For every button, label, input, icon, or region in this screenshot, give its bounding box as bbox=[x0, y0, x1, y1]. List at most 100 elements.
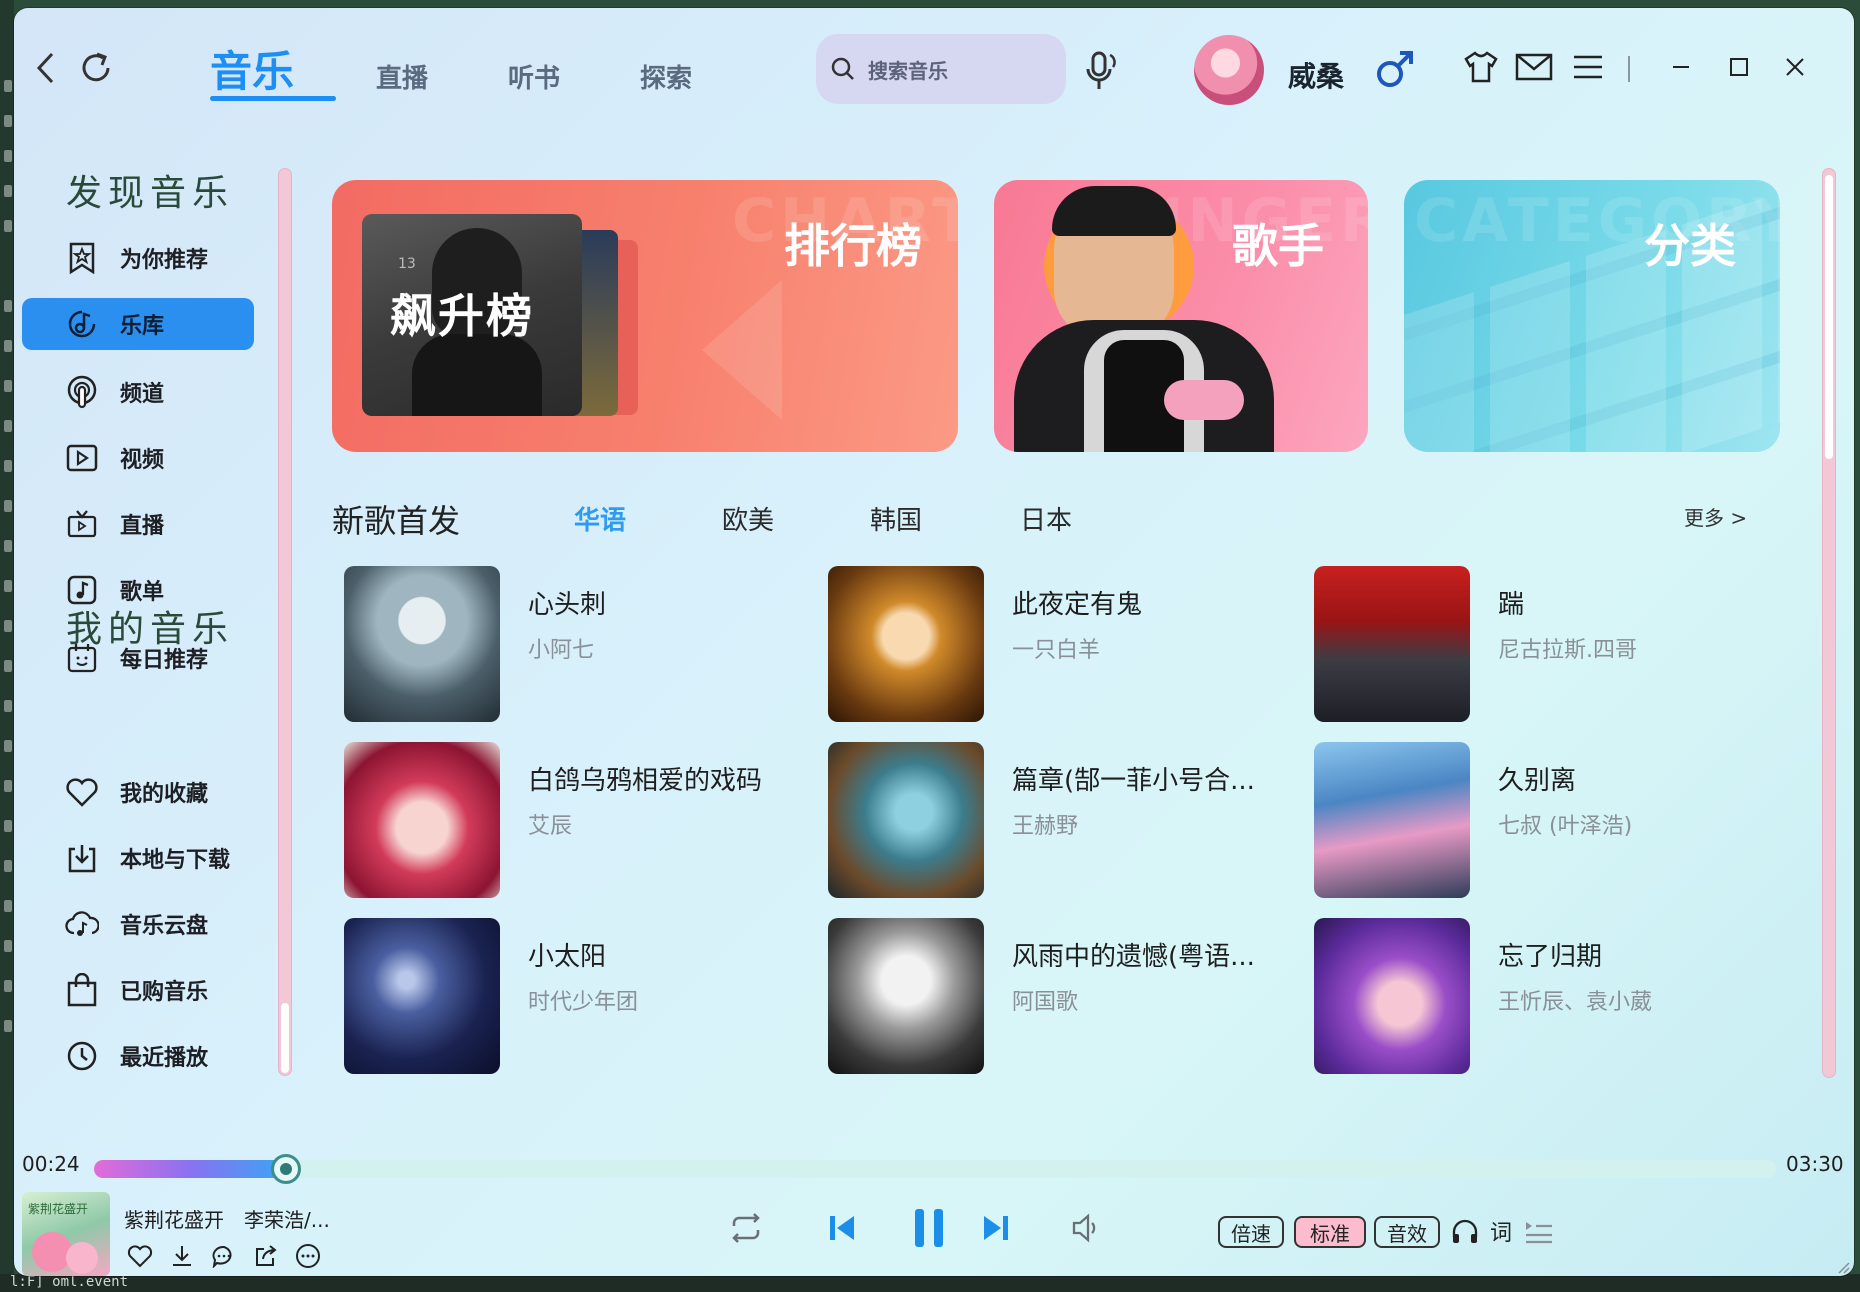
background-terminal-line: l:F] oml.event bbox=[0, 1274, 1860, 1292]
listen-together-button[interactable] bbox=[1448, 1214, 1482, 1248]
sidebar-item-favorites[interactable]: 我的收藏 bbox=[22, 766, 254, 818]
song-title[interactable]: 风雨中的遗憾(粤语... bbox=[1012, 936, 1255, 973]
tab-live[interactable]: 直播 bbox=[376, 58, 428, 95]
sidebar-item-recent[interactable]: 最近播放 bbox=[22, 1030, 254, 1082]
progress-bar-handle[interactable] bbox=[271, 1154, 301, 1184]
song-card[interactable]: 小太阳 时代少年团 bbox=[344, 918, 804, 1074]
song-cover[interactable] bbox=[344, 742, 500, 898]
new-songs-title: 新歌首发 bbox=[332, 502, 461, 540]
song-artist[interactable]: 时代少年团 bbox=[528, 984, 638, 1016]
sidebar-item-cloud[interactable]: 音乐云盘 bbox=[22, 898, 254, 950]
voice-search-button[interactable] bbox=[1080, 46, 1120, 96]
playback-speed-button[interactable]: 倍速 bbox=[1218, 1216, 1284, 1248]
song-cover[interactable] bbox=[828, 566, 984, 722]
tab-japanese[interactable]: 日本 bbox=[1020, 500, 1072, 537]
sidebar-item-video[interactable]: 视频 bbox=[22, 432, 254, 484]
song-title[interactable]: 此夜定有鬼 bbox=[1012, 584, 1142, 621]
chart-card-soaring[interactable]: 13 飙升榜 bbox=[362, 214, 582, 416]
share-button[interactable] bbox=[252, 1242, 280, 1270]
song-artist[interactable]: 七叔 (叶泽浩) bbox=[1498, 808, 1632, 840]
song-title[interactable]: 踹 bbox=[1498, 584, 1524, 621]
song-card[interactable]: 白鸽乌鸦相爱的戏码 艾辰 bbox=[344, 742, 804, 898]
song-artist[interactable]: 王赫野 bbox=[1012, 808, 1078, 840]
song-title[interactable]: 篇章(郜一菲小号合... bbox=[1012, 760, 1255, 797]
song-artist[interactable]: 一只白羊 bbox=[1012, 632, 1100, 664]
volume-button[interactable] bbox=[1066, 1208, 1106, 1248]
tab-music[interactable]: 音乐 bbox=[210, 38, 294, 99]
refresh-button[interactable] bbox=[74, 46, 118, 90]
song-cover[interactable] bbox=[1314, 566, 1470, 722]
skin-button[interactable] bbox=[1462, 48, 1500, 86]
skip-previous-icon bbox=[830, 1216, 854, 1240]
song-title[interactable]: 久别离 bbox=[1498, 760, 1576, 797]
messages-button[interactable] bbox=[1514, 48, 1554, 86]
song-cover[interactable] bbox=[828, 742, 984, 898]
chart-banner[interactable]: CHART 13 飙升榜 排行榜 bbox=[332, 180, 958, 452]
song-cover[interactable] bbox=[1314, 918, 1470, 1074]
song-card[interactable]: 忘了归期 王忻辰、袁小葳 bbox=[1314, 918, 1774, 1074]
username[interactable]: 威桑 bbox=[1288, 55, 1344, 95]
song-cover[interactable] bbox=[1314, 742, 1470, 898]
song-card[interactable]: 篇章(郜一菲小号合... 王赫野 bbox=[828, 742, 1288, 898]
tab-chinese[interactable]: 华语 bbox=[574, 500, 626, 537]
minimize-button[interactable] bbox=[1666, 52, 1696, 82]
singer-banner[interactable]: SINGER 歌手 bbox=[994, 180, 1368, 452]
sidebar-item-library[interactable]: 乐库 bbox=[22, 298, 254, 350]
tab-korean[interactable]: 韩国 bbox=[870, 500, 922, 537]
maximize-button[interactable] bbox=[1724, 52, 1754, 82]
now-playing-title[interactable]: 紫荆花盛开 李荣浩/... bbox=[124, 1204, 330, 1233]
song-artist[interactable]: 小阿七 bbox=[528, 632, 594, 664]
now-playing-cover[interactable]: 紫荆花盛开 bbox=[22, 1192, 110, 1276]
song-title[interactable]: 小太阳 bbox=[528, 936, 606, 973]
sidebar-item-recommend[interactable]: 为你推荐 bbox=[22, 232, 254, 284]
song-artist[interactable]: 王忻辰、袁小葳 bbox=[1498, 984, 1652, 1016]
song-title[interactable]: 心头刺 bbox=[528, 584, 606, 621]
previous-button[interactable] bbox=[822, 1208, 862, 1248]
song-card[interactable]: 此夜定有鬼 一只白羊 bbox=[828, 566, 1288, 722]
progress-bar[interactable] bbox=[94, 1160, 1776, 1178]
more-options-button[interactable] bbox=[294, 1242, 322, 1270]
sidebar-item-channel[interactable]: 频道 bbox=[22, 366, 254, 418]
song-artist[interactable]: 艾辰 bbox=[528, 808, 572, 840]
headphones-icon bbox=[1452, 1219, 1478, 1243]
sidebar-scrollbar[interactable] bbox=[278, 168, 292, 1076]
sidebar-item-live[interactable]: 直播 bbox=[22, 498, 254, 550]
song-card[interactable]: 心头刺 小阿七 bbox=[344, 566, 804, 722]
sound-effect-button[interactable]: 音效 bbox=[1374, 1216, 1440, 1248]
song-cover[interactable] bbox=[344, 566, 500, 722]
song-card[interactable]: 踹 尼古拉斯.四哥 bbox=[1314, 566, 1774, 722]
back-button[interactable] bbox=[28, 50, 64, 86]
resize-grip[interactable] bbox=[1836, 1260, 1850, 1274]
playlist-queue-button[interactable] bbox=[1522, 1214, 1556, 1248]
audio-quality-button[interactable]: 标准 bbox=[1294, 1216, 1366, 1248]
close-button[interactable] bbox=[1780, 52, 1810, 82]
download-button[interactable] bbox=[168, 1242, 196, 1270]
next-button[interactable] bbox=[976, 1208, 1016, 1248]
song-title[interactable]: 忘了归期 bbox=[1498, 936, 1602, 973]
tab-western[interactable]: 欧美 bbox=[722, 500, 774, 537]
content-scrollbar[interactable] bbox=[1822, 168, 1836, 1078]
song-cover[interactable] bbox=[828, 918, 984, 1074]
sidebar-item-purchased[interactable]: 已购音乐 bbox=[22, 964, 254, 1016]
comment-button[interactable] bbox=[210, 1242, 238, 1270]
search-input[interactable]: 搜索音乐 bbox=[816, 34, 1066, 104]
song-card[interactable]: 风雨中的遗憾(粤语... 阿国歌 bbox=[828, 918, 1288, 1074]
more-link[interactable]: 更多 > bbox=[1684, 502, 1747, 531]
song-cover[interactable] bbox=[344, 918, 500, 1074]
sidebar-item-local-download[interactable]: 本地与下载 bbox=[22, 832, 254, 884]
lyrics-button[interactable]: 词 bbox=[1484, 1214, 1518, 1248]
pause-button[interactable] bbox=[904, 1202, 954, 1254]
repeat-mode-button[interactable] bbox=[726, 1208, 766, 1248]
song-artist[interactable]: 尼古拉斯.四哥 bbox=[1498, 632, 1637, 664]
like-button[interactable] bbox=[126, 1242, 154, 1270]
song-artist[interactable]: 阿国歌 bbox=[1012, 984, 1078, 1016]
main-menu-button[interactable] bbox=[1570, 48, 1606, 86]
content-scrollbar-thumb[interactable] bbox=[1825, 175, 1833, 459]
avatar[interactable] bbox=[1194, 35, 1264, 105]
song-card[interactable]: 久别离 七叔 (叶泽浩) bbox=[1314, 742, 1774, 898]
sidebar-scrollbar-thumb[interactable] bbox=[281, 1003, 289, 1073]
category-banner[interactable]: CATEGORY 分类 bbox=[1404, 180, 1780, 452]
song-title[interactable]: 白鸽乌鸦相爱的戏码 bbox=[528, 760, 762, 797]
tab-audiobook[interactable]: 听书 bbox=[508, 58, 560, 95]
tab-explore[interactable]: 探索 bbox=[640, 58, 692, 95]
